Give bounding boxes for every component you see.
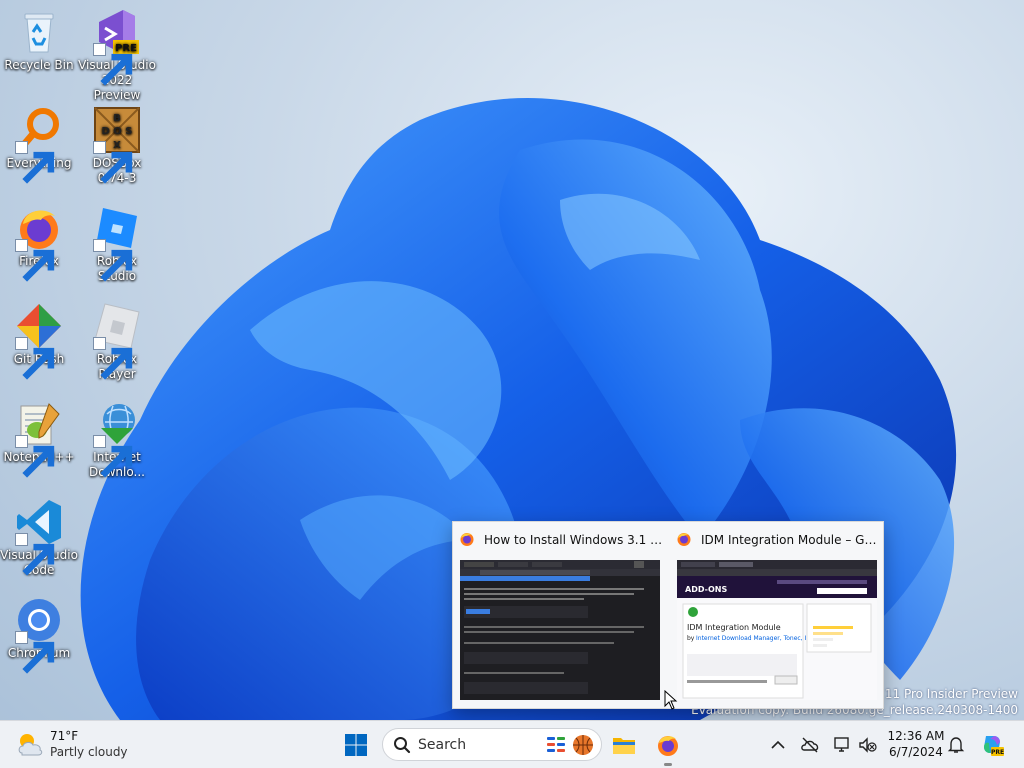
preview-title: How to Install Windows 3.1 in D... [484, 533, 664, 547]
desktop-icon-visual-studio-preview[interactable]: PRE Visual Studio 2022 Preview [78, 4, 156, 103]
taskbar-file-explorer[interactable] [608, 729, 640, 761]
svg-text:by: by [687, 635, 695, 642]
preview-window-2[interactable]: IDM Integration Module – Get t... ADD-ON… [670, 522, 884, 710]
taskbar-search-box[interactable]: Search [382, 728, 602, 761]
partly-cloudy-icon [18, 734, 43, 756]
bell-icon [947, 737, 965, 753]
copilot-icon: PRE [984, 736, 1004, 756]
recycle-bin-icon [24, 13, 54, 53]
network-tray-icon[interactable] [832, 735, 852, 755]
start-button[interactable] [340, 729, 372, 761]
windows-logo-icon [345, 734, 367, 756]
taskbar-clock[interactable]: 12:36 AM 6/7/2024 [886, 728, 946, 760]
firefox-icon [677, 533, 691, 546]
taskbar-thumbnail-preview: How to Install Windows 3.1 in D... [452, 521, 884, 709]
search-icon [394, 737, 411, 754]
desktop-icon-firefox[interactable]: Firefox [0, 200, 78, 282]
volume-tray-icon[interactable] [858, 735, 878, 755]
desktop-icon-chromium[interactable]: Chromium [0, 592, 78, 674]
network-monitor-icon [834, 737, 849, 752]
onedrive-tray-icon[interactable] [800, 735, 820, 755]
svg-text:D O S: D O S [102, 126, 133, 137]
svg-text:B: B [113, 113, 121, 124]
running-indicator [664, 763, 672, 766]
weather-widget[interactable]: 71°F Partly cloudy [14, 727, 144, 763]
desktop-icon-roblox-studio[interactable]: Roblox Studio [78, 200, 156, 284]
preview-window-1[interactable]: How to Install Windows 3.1 in D... [453, 522, 667, 710]
preview-thumbnail-addons-page: ADD-ONS IDM Integration Module by Intern… [677, 560, 877, 700]
firefox-icon [460, 533, 474, 546]
search-placeholder: Search [418, 737, 467, 753]
shortcut-arrow-icon [93, 337, 133, 380]
shortcut-arrow-icon [15, 141, 55, 184]
desktop-icon-dosbox[interactable]: B D O S X DOSBox 0.74-3 [78, 102, 156, 186]
svg-text:Internet Download Manager, Ton: Internet Download Manager, Tonec, Inc. [696, 635, 815, 642]
taskbar-firefox[interactable] [652, 729, 684, 766]
preview-thumbnail-dark-page [460, 560, 660, 700]
firefox-icon [658, 736, 678, 756]
shortcut-arrow-icon [15, 239, 55, 282]
cloud-offline-icon [801, 737, 819, 753]
desktop-icon-label: Recycle Bin [4, 58, 74, 72]
chevron-up-icon [771, 740, 785, 749]
shortcut-arrow-icon [93, 435, 133, 478]
notifications-button[interactable] [946, 735, 966, 755]
desktop-icon-vscode[interactable]: Visual Studio Code [0, 494, 78, 578]
svg-text:PRE: PRE [991, 749, 1004, 756]
weather-condition: Partly cloudy [50, 745, 128, 759]
desktop-icon-internet-download-manager[interactable]: Internet Downlo... [78, 396, 156, 480]
shortcut-arrow-icon [93, 239, 133, 282]
weather-temperature: 71°F [50, 729, 79, 743]
desktop-icon-recycle-bin[interactable]: Recycle Bin [0, 4, 78, 73]
shortcut-arrow-icon [15, 435, 55, 478]
shortcut-arrow-icon [93, 141, 133, 184]
svg-text:ADD-ONS: ADD-ONS [685, 585, 727, 594]
desktop-icon-git-bash[interactable]: Git Bash [0, 298, 78, 380]
desktop-icon-notepad-plus-plus[interactable]: Notepad++ [0, 396, 78, 478]
shortcut-arrow-icon [15, 337, 55, 380]
clock-date: 6/7/2024 [889, 745, 943, 759]
desktop-icon-everything[interactable]: Everything [0, 102, 78, 184]
search-highlight-icon [547, 735, 593, 755]
taskbar: 71°F Partly cloudy Search 12:36 AM 6/7/2… [0, 720, 1024, 768]
show-hidden-icons-button[interactable] [768, 735, 788, 755]
clock-time: 12:36 AM [887, 729, 945, 743]
desktop-icon-roblox-player[interactable]: Roblox Player [78, 298, 156, 382]
shortcut-arrow-icon [93, 43, 133, 86]
copilot-button[interactable]: PRE [976, 729, 1008, 761]
shortcut-arrow-icon [15, 631, 55, 674]
mouse-cursor-icon [664, 690, 678, 710]
file-explorer-icon [613, 738, 635, 754]
preview-title: IDM Integration Module – Get t... [701, 533, 881, 547]
speaker-muted-icon [859, 737, 877, 753]
svg-text:IDM Integration Module: IDM Integration Module [687, 623, 781, 632]
shortcut-arrow-icon [15, 533, 55, 576]
